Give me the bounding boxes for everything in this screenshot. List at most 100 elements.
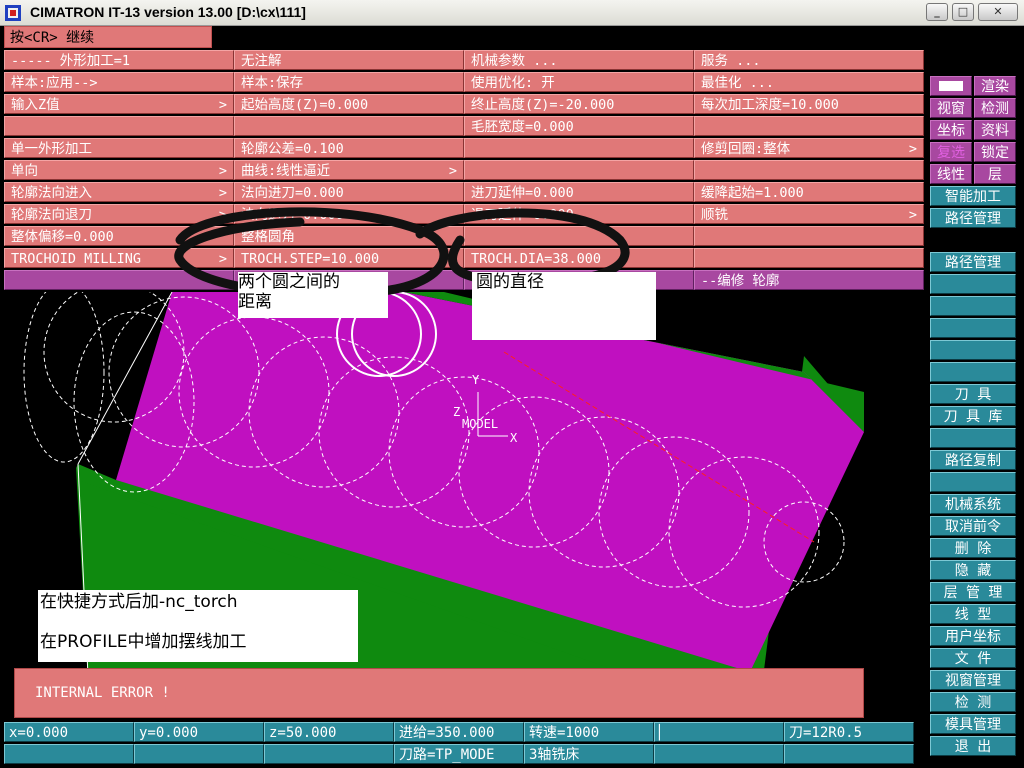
menu-item-label: 最佳化 ... xyxy=(701,75,775,91)
close-button[interactable]: ✕ xyxy=(978,3,1018,21)
side-top-0[interactable]: 智能加工 xyxy=(930,186,1016,206)
side-cmd-20[interactable]: 检 测 xyxy=(930,692,1016,712)
side-cmd-7[interactable]: 刀 具 库 xyxy=(930,406,1016,426)
menu-item-col4-5[interactable] xyxy=(694,160,924,180)
menu-item-col2-2[interactable]: 起始高度(Z)=0.000 xyxy=(234,94,464,114)
menu-item-col3-3[interactable]: 毛胚宽度=0.000 xyxy=(464,116,694,136)
error-message-bar[interactable]: INTERNAL ERROR ! xyxy=(14,668,864,718)
prompt-label[interactable]: 按<CR> 继续 xyxy=(4,26,212,48)
side-cmd-16[interactable]: 线 型 xyxy=(930,604,1016,624)
side-toggle-1-0[interactable]: 坐标 xyxy=(930,120,972,140)
side-cmd-2[interactable] xyxy=(930,296,1016,316)
side-toggle-0-0[interactable]: 视窗 xyxy=(930,98,972,118)
menu-item-col1-5[interactable]: 单向 > xyxy=(4,160,234,180)
color-swatch[interactable] xyxy=(930,76,972,96)
submenu-arrow-icon: > xyxy=(908,141,917,157)
tool-field: 刀=12R0.5 xyxy=(784,722,914,742)
submenu-arrow-icon: > xyxy=(218,163,227,179)
menu-item-col3-6[interactable]: 进刀延伸=0.000 xyxy=(464,182,694,202)
coord-y: y=0.000 xyxy=(134,722,264,742)
menu-item-col3-5[interactable] xyxy=(464,160,694,180)
menu-item-col4-3[interactable] xyxy=(694,116,924,136)
menu-item-label: 轮廓公差=0.100 xyxy=(241,141,344,157)
minimize-button[interactable]: _ xyxy=(926,3,948,21)
side-cmd-0[interactable]: 路径管理 xyxy=(930,252,1016,272)
menu-bar-3[interactable]: --编修 轮廓 xyxy=(694,270,924,290)
menu-item-label: 无注解 xyxy=(241,53,282,69)
side-cmd-1[interactable] xyxy=(930,274,1016,294)
menu-item-col4-8[interactable] xyxy=(694,226,924,246)
coord-z: z=50.000 xyxy=(264,722,394,742)
menu-item-label: 进刀延伸=0.000 xyxy=(471,185,574,201)
submenu-arrow-icon: > xyxy=(448,163,457,179)
menu-item-col1-4[interactable]: 单一外形加工 xyxy=(4,138,234,158)
maximize-button[interactable]: □ xyxy=(952,3,974,21)
side-cmd-9[interactable]: 路径复制 xyxy=(930,450,1016,470)
menu-item-col4-6[interactable]: 缓降起始=1.000 xyxy=(694,182,924,202)
submenu-arrow-icon: > xyxy=(908,207,917,223)
menu-item-label: TROCHOID MILLING xyxy=(11,251,142,267)
menu-item-label: 轮廓法向退刀 xyxy=(11,207,92,223)
side-toggle-3-1[interactable]: 层 xyxy=(974,164,1016,184)
menu-item-col2-1[interactable]: 样本:保存 xyxy=(234,72,464,92)
menu-item-label: 修剪回圈:整体 xyxy=(701,141,791,157)
menu-item-col2-4[interactable]: 轮廓公差=0.100 xyxy=(234,138,464,158)
menu-item-col1-0[interactable]: ----- 外形加工=1 xyxy=(4,50,234,70)
side-cmd-4[interactable] xyxy=(930,340,1016,360)
side-toggle-0-1[interactable]: 检测 xyxy=(974,98,1016,118)
feed-rate: 进给=350.000 xyxy=(394,722,524,742)
side-top-1[interactable]: 路径管理 xyxy=(930,208,1016,228)
color-swatch-icon xyxy=(939,81,963,91)
side-cmd-18[interactable]: 文 件 xyxy=(930,648,1016,668)
side-cmd-8[interactable] xyxy=(930,428,1016,448)
side-cmd-17[interactable]: 用户坐标 xyxy=(930,626,1016,646)
menu-item-col1-3[interactable] xyxy=(4,116,234,136)
side-toggle-2-1[interactable]: 锁定 xyxy=(974,142,1016,162)
side-cmd-19[interactable]: 视窗管理 xyxy=(930,670,1016,690)
menu-item-col2-5[interactable]: 曲线:线性逼近 > xyxy=(234,160,464,180)
menu-item-col2-3[interactable] xyxy=(234,116,464,136)
side-cmd-6[interactable]: 刀 具 xyxy=(930,384,1016,404)
render-button[interactable]: 渲染 xyxy=(974,76,1016,96)
menu-item-col4-9[interactable] xyxy=(694,248,924,268)
side-cmd-15[interactable]: 层 管 理 xyxy=(930,582,1016,602)
menu-item-col1-2[interactable]: 输入Z值 > xyxy=(4,94,234,114)
menu-item-col4-4[interactable]: 修剪回圈:整体 > xyxy=(694,138,924,158)
menu-item-col4-1[interactable]: 最佳化 ... xyxy=(694,72,924,92)
menu-item-col1-6[interactable]: 轮廓法向进入 > xyxy=(4,182,234,202)
menu-item-col3-1[interactable]: 使用优化: 开 xyxy=(464,72,694,92)
side-cmd-12[interactable]: 取消前令 xyxy=(930,516,1016,536)
menu-item-col3-2[interactable]: 终止高度(Z)=-20.000 xyxy=(464,94,694,114)
axis-z-label: Z xyxy=(453,405,460,419)
axis-x-label: X xyxy=(510,431,518,445)
side-cmd-21[interactable]: 模具管理 xyxy=(930,714,1016,734)
menu-item-label: 样本:应用--> xyxy=(11,75,98,91)
menu-item-label: 机械参数 ... xyxy=(471,53,558,69)
menu-item-col2-6[interactable]: 法向进刀=0.000 xyxy=(234,182,464,202)
menu-item-col2-0[interactable]: 无注解 xyxy=(234,50,464,70)
side-cmd-5[interactable] xyxy=(930,362,1016,382)
menu-item-label: 起始高度(Z)=0.000 xyxy=(241,97,369,113)
submenu-arrow-icon: > xyxy=(218,97,227,113)
side-cmd-22[interactable]: 退 出 xyxy=(930,736,1016,756)
menu-item-label: 每次加工深度=10.000 xyxy=(701,97,839,113)
menu-item-label: 曲线:线性逼近 xyxy=(241,163,331,179)
side-cmd-13[interactable]: 删 除 xyxy=(930,538,1016,558)
side-toggle-2-0[interactable]: 复选 xyxy=(930,142,972,162)
menu-item-col1-1[interactable]: 样本:应用--> xyxy=(4,72,234,92)
side-cmd-10[interactable] xyxy=(930,472,1016,492)
menu-item-col3-4[interactable] xyxy=(464,138,694,158)
side-cmd-14[interactable]: 隐 藏 xyxy=(930,560,1016,580)
menu-item-col4-2[interactable]: 每次加工深度=10.000 xyxy=(694,94,924,114)
menu-item-label: 轮廓法向进入 xyxy=(11,185,92,201)
coord-x: x=0.000 xyxy=(4,722,134,742)
side-cmd-3[interactable] xyxy=(930,318,1016,338)
menu-item-col4-7[interactable]: 顺铣 > xyxy=(694,204,924,224)
side-toggle-1-1[interactable]: 资料 xyxy=(974,120,1016,140)
menu-item-col4-0[interactable]: 服务 ... xyxy=(694,50,924,70)
side-cmd-11[interactable]: 机械系统 xyxy=(930,494,1016,514)
side-toggle-3-0[interactable]: 线性 xyxy=(930,164,972,184)
menu-item-col3-0[interactable]: 机械参数 ... xyxy=(464,50,694,70)
menu-item-label: 终止高度(Z)=-20.000 xyxy=(471,97,615,113)
menu-item-label: 缓降起始=1.000 xyxy=(701,185,804,201)
